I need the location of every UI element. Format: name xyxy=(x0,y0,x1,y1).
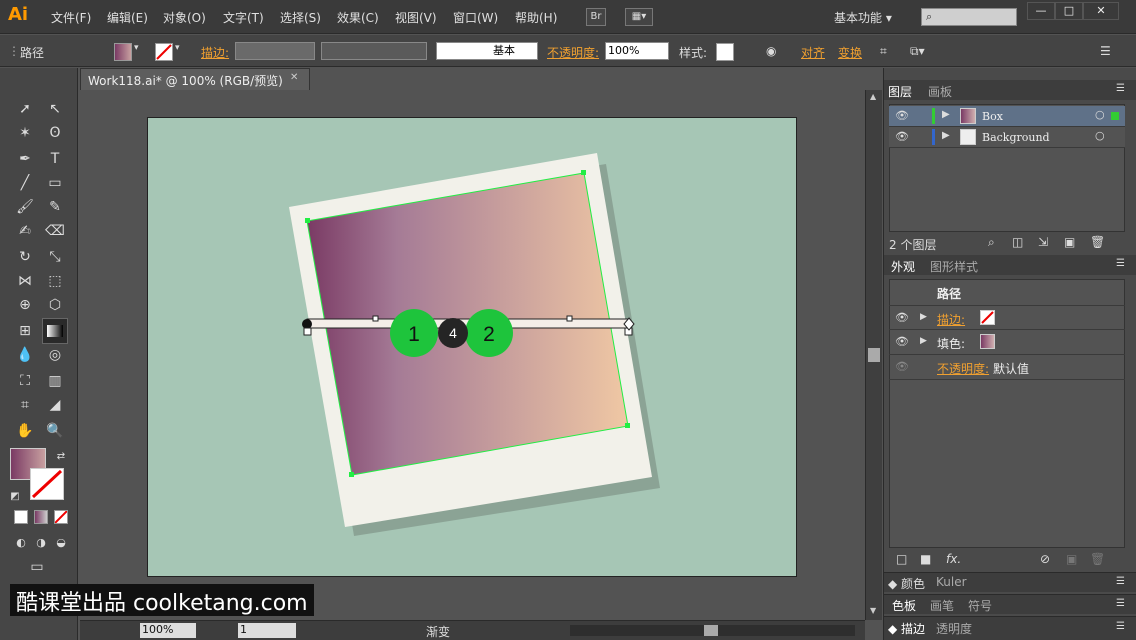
appearance-stroke-label[interactable]: 描边: xyxy=(937,311,965,328)
clear-appearance-icon[interactable]: ⊘ xyxy=(1040,552,1050,566)
appearance-stroke-row[interactable]: 👁 ▶ 描边: xyxy=(889,305,1125,330)
tab-brushes[interactable]: 画笔 xyxy=(930,597,954,614)
appearance-fill-swatch[interactable] xyxy=(980,334,995,349)
appearance-stroke-swatch[interactable] xyxy=(980,310,995,325)
vertical-scrollbar[interactable]: ▲ ▼ xyxy=(865,90,882,620)
tab-swatches[interactable]: 色板 xyxy=(892,597,916,614)
new-layer-icon[interactable]: ▣ xyxy=(1064,235,1075,249)
search-icon: ⌕ xyxy=(926,10,933,23)
anchor-point[interactable] xyxy=(305,218,310,223)
close-window-button[interactable]: ✕ xyxy=(1083,2,1119,20)
artwork: 1 2 4 xyxy=(289,153,660,536)
gradient-midpoint-marker[interactable] xyxy=(566,315,573,322)
tab-appearance[interactable]: 外观 xyxy=(891,258,915,275)
stroke-panel-header: ◆ 描边 透明度 ☰ xyxy=(884,616,1136,640)
gradient-midpoint-marker[interactable] xyxy=(372,315,379,322)
eye-icon[interactable]: 👁 xyxy=(895,335,909,348)
eye-icon[interactable]: 👁 xyxy=(895,360,909,373)
layer-name[interactable]: Background xyxy=(982,131,1050,144)
watermark: 酷课堂出品 coolketang.com xyxy=(10,584,314,616)
tab-artboards[interactable]: 画板 xyxy=(928,83,952,100)
appearance-fill-label: 填色: xyxy=(937,337,966,351)
artboard-number-field[interactable]: 1 xyxy=(238,623,296,638)
layers-panel-header xyxy=(884,80,1136,100)
panel-menu-icon[interactable]: ☰ xyxy=(1100,44,1111,58)
minimize-button[interactable]: — xyxy=(1027,2,1055,20)
maximize-button[interactable]: □ xyxy=(1055,2,1083,20)
expand-triangle-icon[interactable]: ▶ xyxy=(920,312,927,322)
target-icon[interactable]: ○ xyxy=(1095,129,1105,142)
tab-layers[interactable]: 图层 xyxy=(888,83,912,100)
eye-icon[interactable]: 👁 xyxy=(895,130,909,143)
layer-color-indicator xyxy=(932,108,935,124)
panel-menu-icon[interactable]: ☰ xyxy=(1116,621,1125,632)
options-icon[interactable]: ⧉▾ xyxy=(910,44,925,59)
appearance-opacity-row[interactable]: 👁 不透明度: 默认值 xyxy=(889,355,1125,380)
tab-transparency[interactable]: 透明度 xyxy=(936,620,972,637)
layer-thumbnail xyxy=(960,129,976,145)
tab-stroke[interactable]: ◆ 描边 xyxy=(888,620,925,637)
hscroll-thumb[interactable] xyxy=(704,625,718,636)
delete-item-icon[interactable]: 🗑 xyxy=(1090,552,1105,566)
callout-label-2: 2 xyxy=(483,323,495,346)
clipping-mask-icon[interactable]: ◫ xyxy=(1012,235,1023,249)
layers-panel-menu-icon[interactable]: ☰ xyxy=(1116,83,1125,94)
layer-row-background[interactable]: 👁 ▶ Background ○ xyxy=(889,127,1125,148)
appearance-opacity-label[interactable]: 不透明度: xyxy=(937,360,989,377)
tab-graphic-styles[interactable]: 图形样式 xyxy=(930,258,978,275)
search-input[interactable]: ⌕ xyxy=(921,8,1017,26)
appearance-panel-header xyxy=(884,255,1136,275)
zoom-field[interactable]: 100% xyxy=(140,623,196,638)
add-stroke-icon[interactable]: □ xyxy=(896,552,907,566)
scroll-down-icon[interactable]: ▼ xyxy=(870,606,876,615)
color-panel-header: ◆ 颜色 Kuler ☰ xyxy=(884,572,1136,592)
anchor-point[interactable] xyxy=(349,472,354,477)
target-icon[interactable]: ○ xyxy=(1095,108,1105,121)
appearance-fill-row[interactable]: 👁 ▶ 填色: xyxy=(889,330,1125,355)
tab-color[interactable]: ◆ 颜色 xyxy=(888,575,925,592)
anchor-point[interactable] xyxy=(625,423,630,428)
new-sublayer-icon[interactable]: ⇲ xyxy=(1038,235,1048,249)
locate-object-icon[interactable]: ⌕ xyxy=(988,235,995,250)
scroll-up-icon[interactable]: ▲ xyxy=(870,92,876,101)
layer-color-indicator xyxy=(932,129,935,145)
appearance-opacity-value: 默认值 xyxy=(993,362,1030,376)
swatches-panel-header: 色板 画笔 符号 ☰ xyxy=(884,594,1136,614)
callout-label-1: 1 xyxy=(408,323,420,346)
anchor-point[interactable] xyxy=(581,170,586,175)
panel-menu-icon[interactable]: ☰ xyxy=(1116,598,1125,609)
appearance-panel-menu-icon[interactable]: ☰ xyxy=(1116,258,1125,269)
duplicate-item-icon[interactable]: ▣ xyxy=(1066,552,1077,566)
expand-triangle-icon[interactable]: ▶ xyxy=(920,336,927,346)
gradient-stop-start[interactable] xyxy=(303,327,312,336)
isolate-icon[interactable]: ⌗ xyxy=(880,44,887,59)
fx-icon[interactable]: fx. xyxy=(946,552,961,566)
expand-triangle-icon[interactable]: ▶ xyxy=(942,109,950,120)
layer-row-box[interactable]: 👁 ▶ Box ○ xyxy=(889,106,1125,127)
tab-color-label: 颜色 xyxy=(901,577,926,591)
layer-thumbnail xyxy=(960,108,976,124)
scroll-thumb[interactable] xyxy=(868,348,880,362)
appearance-title: 路径 xyxy=(937,287,962,301)
current-tool-label: 渐变 xyxy=(426,625,451,639)
horizontal-scrollbar[interactable] xyxy=(570,625,855,636)
eye-icon[interactable]: 👁 xyxy=(895,109,909,122)
tab-kuler[interactable]: Kuler xyxy=(936,575,967,589)
layer-name[interactable]: Box xyxy=(982,110,1003,123)
selection-indicator[interactable] xyxy=(1111,112,1119,120)
add-fill-icon[interactable]: ■ xyxy=(920,552,931,566)
tab-symbols[interactable]: 符号 xyxy=(968,597,992,614)
panel-menu-icon[interactable]: ☰ xyxy=(1116,576,1125,587)
delete-layer-icon[interactable]: 🗑 xyxy=(1090,235,1105,249)
callout-label-4: 4 xyxy=(449,325,457,341)
status-bar: 100% 1 渐变 xyxy=(80,620,865,640)
expand-triangle-icon[interactable]: ▶ xyxy=(942,130,950,141)
layer-count: 2 个图层 xyxy=(889,238,937,252)
tab-stroke-label: 描边 xyxy=(901,622,926,636)
eye-icon[interactable]: 👁 xyxy=(895,311,909,324)
